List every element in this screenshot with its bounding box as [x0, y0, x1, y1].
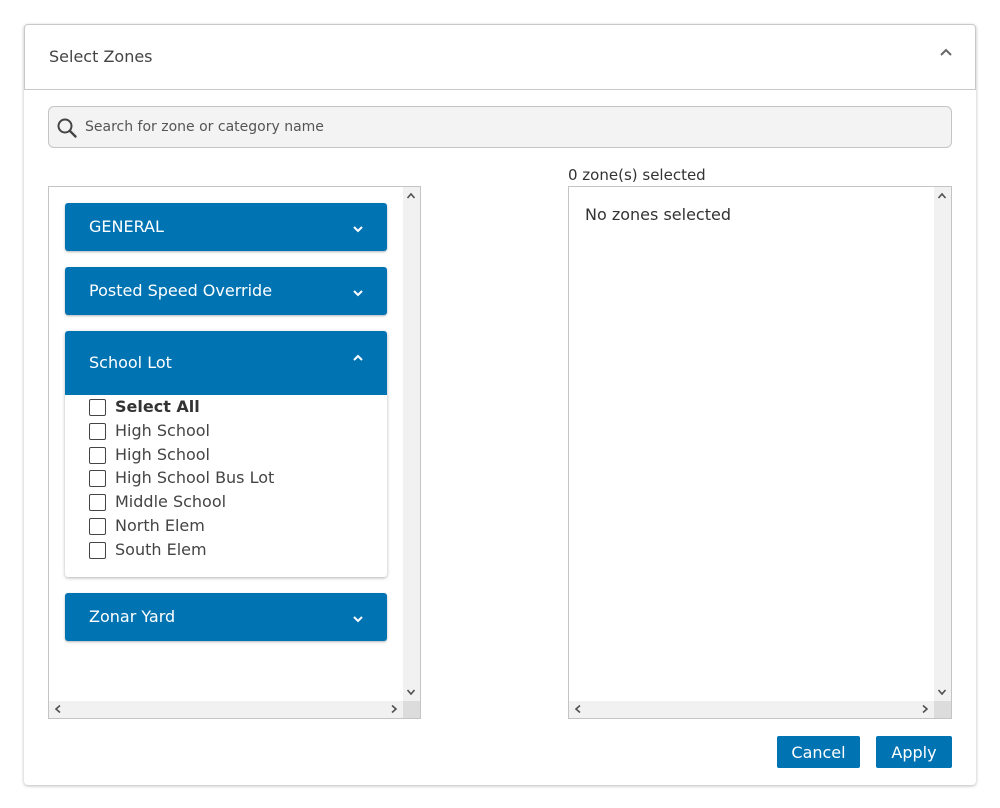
- scroll-right-arrow-icon[interactable]: [920, 704, 930, 714]
- category-label: GENERAL: [89, 217, 164, 236]
- zone-option-checkbox[interactable]: Middle School: [89, 492, 369, 514]
- checkbox[interactable]: [89, 518, 106, 535]
- search-bar: [48, 106, 952, 148]
- cancel-button[interactable]: Cancel: [777, 736, 860, 768]
- checkbox-label: High School Bus Lot: [115, 468, 275, 487]
- scroll-right-arrow-icon[interactable]: [389, 704, 399, 714]
- vertical-scrollbar[interactable]: [934, 187, 951, 701]
- checkbox[interactable]: [89, 423, 106, 440]
- scroll-up-arrow-icon[interactable]: [406, 191, 416, 201]
- horizontal-scrollbar[interactable]: [569, 701, 934, 718]
- horizontal-scrollbar[interactable]: [49, 701, 403, 718]
- empty-selection-message: No zones selected: [585, 205, 731, 224]
- checkbox-label: High School: [115, 421, 210, 440]
- category-school-lot: School Lot Select All High School High S…: [65, 331, 387, 577]
- chevron-down-icon: [351, 614, 365, 624]
- zone-option-checkbox[interactable]: South Elem: [89, 540, 369, 562]
- selected-count-label: 0 zone(s) selected: [568, 166, 706, 184]
- checkbox-label: High School: [115, 445, 210, 464]
- select-all-checkbox[interactable]: Select All: [89, 397, 369, 419]
- chevron-up-icon: [351, 353, 365, 363]
- category-label: Zonar Yard: [89, 607, 176, 626]
- apply-button[interactable]: Apply: [876, 736, 952, 768]
- scroll-down-arrow-icon[interactable]: [937, 687, 947, 697]
- category-label: Posted Speed Override: [89, 281, 273, 300]
- scrollbar-corner: [934, 701, 951, 718]
- search-icon: [56, 117, 78, 139]
- checkbox-label: Middle School: [115, 492, 227, 511]
- dialog-title: Select Zones: [49, 47, 153, 66]
- checkbox-label: North Elem: [115, 516, 205, 535]
- scroll-left-arrow-icon[interactable]: [53, 704, 63, 714]
- zone-option-checkbox[interactable]: High School: [89, 445, 369, 467]
- zone-category-list: GENERAL Posted Speed Override School Lot…: [48, 186, 421, 719]
- chevron-down-icon: [351, 224, 365, 234]
- scroll-up-arrow-icon[interactable]: [937, 191, 947, 201]
- checkbox[interactable]: [89, 447, 106, 464]
- checkbox[interactable]: [89, 399, 106, 416]
- category-zonar-yard[interactable]: Zonar Yard: [65, 593, 387, 641]
- category-posted-speed-override[interactable]: Posted Speed Override: [65, 267, 387, 315]
- zone-option-checkbox[interactable]: High School Bus Lot: [89, 468, 369, 490]
- selected-zones-panel: No zones selected: [568, 186, 952, 719]
- scroll-left-arrow-icon[interactable]: [573, 704, 583, 714]
- checkbox[interactable]: [89, 494, 106, 511]
- checkbox-label: Select All: [115, 397, 200, 416]
- checkbox[interactable]: [89, 470, 106, 487]
- scroll-down-arrow-icon[interactable]: [406, 687, 416, 697]
- category-label: School Lot: [89, 353, 172, 372]
- search-input[interactable]: [83, 107, 943, 147]
- scrollbar-corner: [403, 701, 420, 718]
- zone-option-checkbox[interactable]: North Elem: [89, 516, 369, 538]
- category-school-lot-header[interactable]: School Lot: [65, 331, 387, 395]
- dialog-header[interactable]: Select Zones: [24, 24, 976, 90]
- checkbox-label: South Elem: [115, 540, 207, 559]
- vertical-scrollbar[interactable]: [403, 187, 420, 701]
- category-general[interactable]: GENERAL: [65, 203, 387, 251]
- chevron-up-icon[interactable]: [939, 47, 953, 57]
- checkbox[interactable]: [89, 542, 106, 559]
- chevron-down-icon: [351, 288, 365, 298]
- zone-option-checkbox[interactable]: High School: [89, 421, 369, 443]
